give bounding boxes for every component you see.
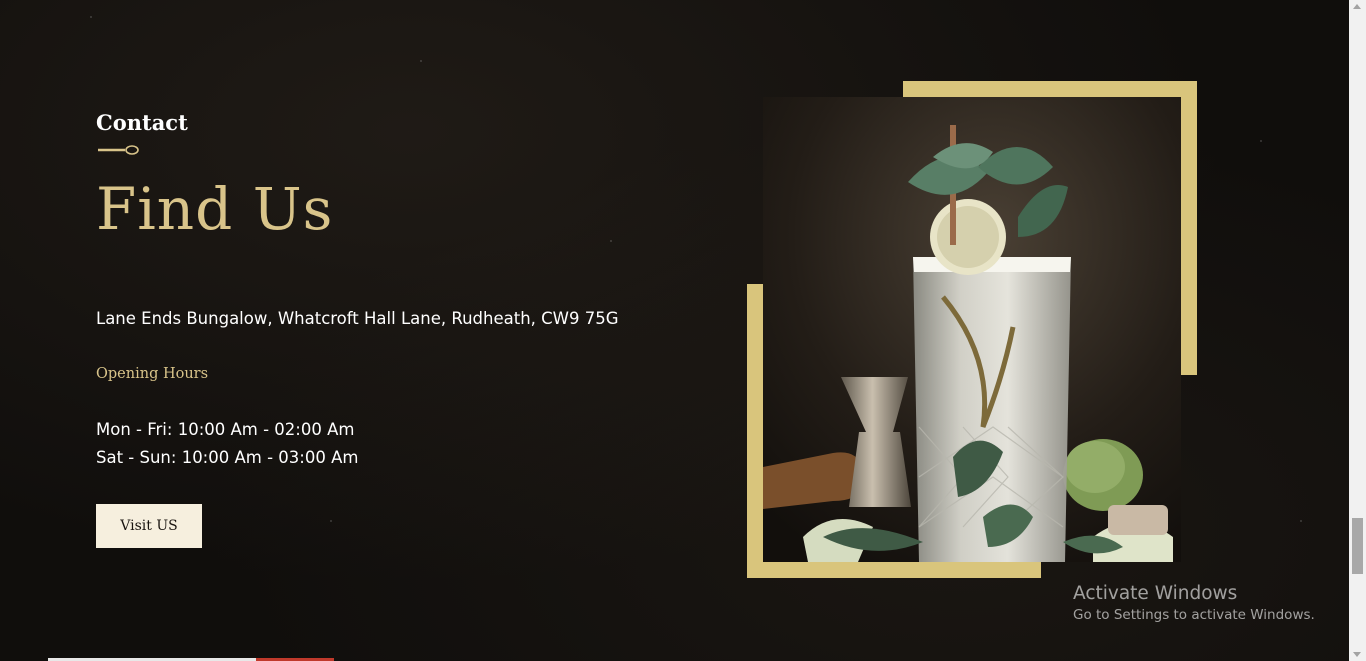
opening-hours-title: Opening Hours <box>96 366 209 382</box>
frame-accent-bottom <box>747 562 1041 578</box>
texture-speck <box>90 16 92 18</box>
page-title: Find Us <box>96 175 334 243</box>
spoon-icon <box>98 145 139 155</box>
section-label: Contact <box>96 110 188 135</box>
contact-section: Contact Find Us Lane Ends Bungalow, What… <box>0 0 1366 661</box>
texture-speck <box>1260 140 1262 142</box>
hours-weekend: Sat - Sun: 10:00 Am - 03:00 Am <box>96 448 359 467</box>
page-scrollbar[interactable] <box>1349 0 1366 661</box>
activate-windows-notice: Activate Windows Go to Settings to activ… <box>1073 583 1315 623</box>
scroll-down-icon[interactable] <box>1353 652 1361 657</box>
activate-windows-subtitle: Go to Settings to activate Windows. <box>1073 607 1315 623</box>
cocktail-photo <box>763 97 1181 562</box>
scroll-up-icon[interactable] <box>1353 4 1361 9</box>
texture-speck <box>420 60 422 62</box>
texture-speck <box>330 520 332 522</box>
address-text: Lane Ends Bungalow, Whatcroft Hall Lane,… <box>96 309 619 328</box>
activate-windows-title: Activate Windows <box>1073 583 1238 604</box>
hours-weekday: Mon - Fri: 10:00 Am - 02:00 Am <box>96 420 355 439</box>
frame-accent-right <box>1181 81 1197 375</box>
frame-accent-left <box>747 284 763 578</box>
visit-us-button[interactable]: Visit US <box>96 504 202 548</box>
frame-accent-top <box>903 81 1197 97</box>
scrollbar-thumb[interactable] <box>1352 518 1363 574</box>
texture-speck <box>610 240 612 242</box>
texture-speck <box>1300 520 1302 522</box>
